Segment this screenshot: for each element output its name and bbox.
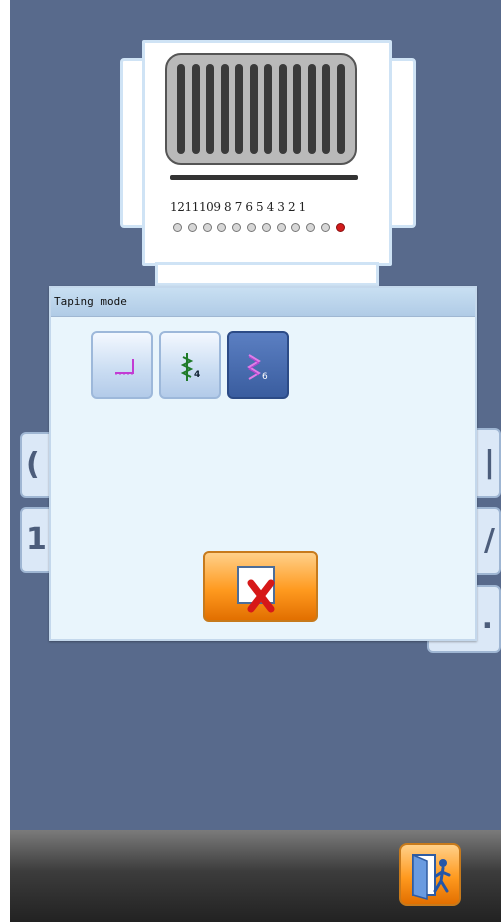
zigzag-4-label: 4 <box>194 370 200 380</box>
needle-bar <box>336 64 345 154</box>
right-side-button-top-label: | <box>484 445 495 480</box>
needle-indicator-dot <box>335 223 345 232</box>
zigzag-4-icon: 4 <box>180 353 200 381</box>
needle-bar <box>235 64 243 154</box>
needle-bar <box>278 64 287 154</box>
needle-bar <box>264 64 272 154</box>
right-side-button-bottom-label: . <box>481 601 493 636</box>
needle-indicator-dot <box>321 223 330 232</box>
cancel-button[interactable] <box>203 551 318 622</box>
needle-indicator-dot <box>202 223 212 232</box>
needle-bar <box>249 64 258 154</box>
dialog-title: Taping mode <box>51 288 475 317</box>
mode-button-zigzag-6[interactable]: 6 <box>227 331 289 399</box>
needle-bar <box>307 64 316 154</box>
exit-door-icon <box>412 853 451 900</box>
left-side-button-top-label: ( <box>26 447 40 482</box>
right-side-button-middle-label: / <box>484 523 495 558</box>
needle-bar <box>191 64 200 154</box>
close-x-icon <box>237 566 275 613</box>
machine-base <box>155 262 379 286</box>
needle-indicator-dot <box>187 223 197 232</box>
exit-button[interactable] <box>399 843 461 906</box>
zigzag-6-label: 6 <box>262 372 268 382</box>
straight-stitch-icon <box>115 359 134 375</box>
needle-bar <box>322 64 330 154</box>
zigzag-6-icon: 6 <box>247 354 268 382</box>
needle-rail <box>170 175 358 180</box>
screen: 1211109 8 7 6 5 4 3 2 1 ( 1 | / . Taping… <box>10 0 501 922</box>
mode-button-zigzag-4[interactable]: 4 <box>159 331 221 399</box>
left-side-button-bottom-label: 1 <box>26 522 47 557</box>
needle-number-labels: 1211109 8 7 6 5 4 3 2 1 <box>170 200 306 214</box>
needle-bar <box>206 64 214 154</box>
needle-bar <box>220 64 229 154</box>
mode-button-straight[interactable] <box>91 331 153 399</box>
needle-indicator-dot <box>276 223 286 232</box>
needle-bar <box>177 64 185 154</box>
needle-indicator-dot <box>173 223 182 232</box>
needle-indicator-dot <box>247 223 256 232</box>
needle-indicator-dot <box>261 223 271 232</box>
needle-bar <box>293 64 301 154</box>
taping-mode-dialog: Taping mode 4 6 <box>49 286 477 641</box>
